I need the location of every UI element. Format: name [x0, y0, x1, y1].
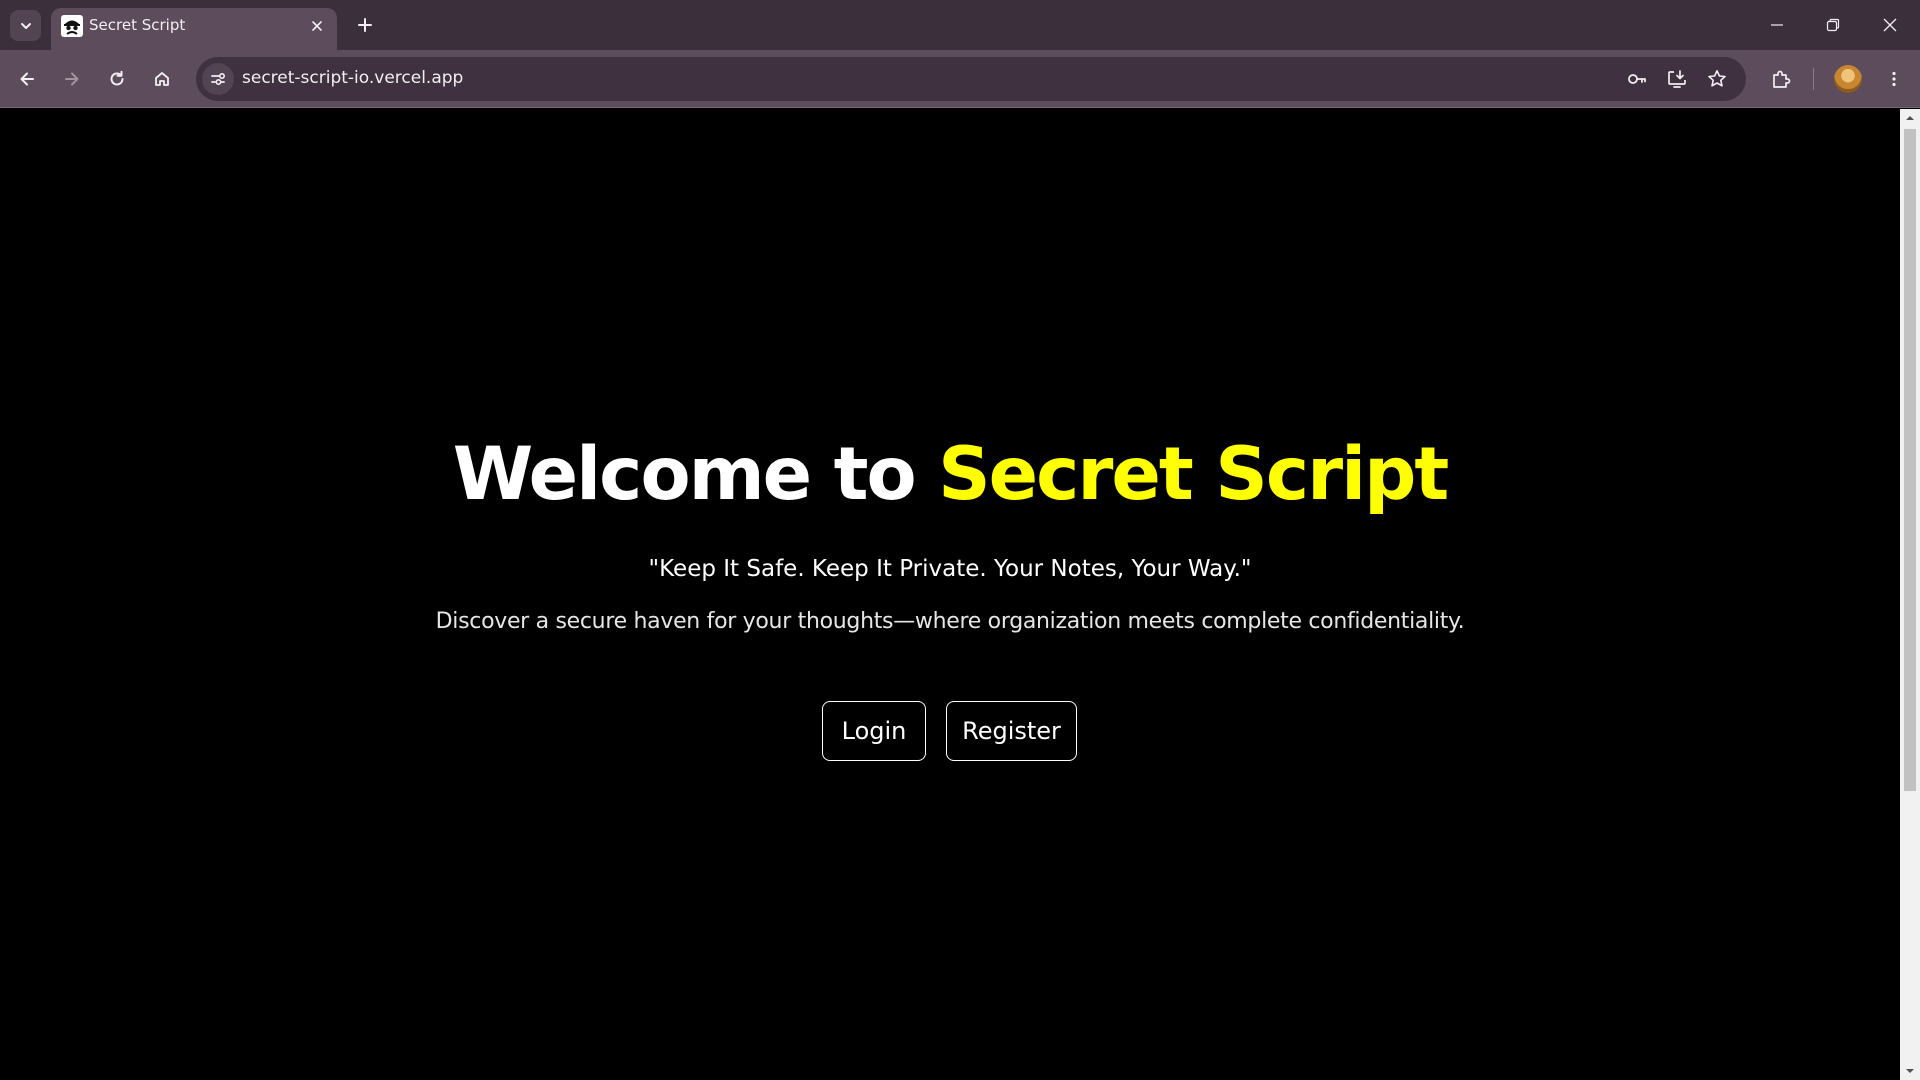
- browser-titlebar: Secret Script: [0, 0, 1920, 50]
- login-button[interactable]: Login: [822, 701, 926, 761]
- site-info-icon: [211, 72, 226, 86]
- toolbar-separator: [1813, 68, 1814, 90]
- tab-title: Secret Script: [89, 16, 186, 34]
- hero-section: Welcome to Secret Script "Keep It Safe. …: [0, 109, 1900, 1080]
- hero-tagline: "Keep It Safe. Keep It Private. Your Not…: [648, 556, 1252, 582]
- scrollbar-thumb[interactable]: [1904, 129, 1916, 791]
- address-bar[interactable]: secret-script-io.vercel.app: [196, 57, 1746, 101]
- scroll-down-button[interactable]: [1900, 1062, 1920, 1080]
- close-icon: [312, 21, 322, 31]
- tab-search-button[interactable]: [10, 10, 41, 41]
- install-app-button[interactable]: [1663, 65, 1691, 93]
- site-info-button[interactable]: [202, 63, 234, 95]
- page-scrollbar[interactable]: [1900, 109, 1920, 1080]
- forward-button[interactable]: [56, 63, 88, 95]
- kebab-menu-icon: [1892, 71, 1896, 87]
- reload-button[interactable]: [101, 63, 133, 95]
- extensions-puzzle-icon: [1773, 70, 1791, 88]
- tab-close-button[interactable]: [307, 16, 327, 36]
- spy-mask-icon: [61, 15, 83, 37]
- scroll-down-arrow-icon: [1906, 1069, 1914, 1073]
- hero-title-accent: Secret Script: [938, 432, 1449, 517]
- hero-description: Discover a secure haven for your thought…: [435, 609, 1465, 634]
- forward-arrow-icon: [65, 72, 79, 86]
- reload-icon: [110, 70, 124, 86]
- browser-tab-active[interactable]: Secret Script: [51, 8, 337, 50]
- plus-icon: [358, 18, 372, 32]
- restore-window-button[interactable]: [1805, 0, 1861, 50]
- browser-toolbar: secret-script-io.vercel.app: [0, 50, 1920, 108]
- page-viewport: Welcome to Secret Script "Keep It Safe. …: [0, 109, 1900, 1080]
- install-app-icon: [1668, 70, 1686, 88]
- hero-title: Welcome to Secret Script: [0, 438, 1900, 511]
- bookmark-button[interactable]: [1703, 65, 1731, 93]
- extensions-button[interactable]: [1765, 63, 1797, 95]
- close-window-icon: [1883, 18, 1897, 32]
- home-icon: [155, 72, 169, 86]
- close-window-button[interactable]: [1862, 0, 1918, 50]
- minimize-window-button[interactable]: [1749, 0, 1805, 50]
- profile-avatar[interactable]: [1834, 65, 1862, 93]
- browser-menu-button[interactable]: [1878, 63, 1910, 95]
- scroll-up-button[interactable]: [1900, 109, 1920, 127]
- new-tab-button[interactable]: [352, 12, 378, 38]
- url-text[interactable]: secret-script-io.vercel.app: [242, 68, 463, 88]
- back-arrow-icon: [20, 72, 34, 86]
- password-key-icon: [1628, 74, 1646, 84]
- hero-title-prefix: Welcome to: [452, 432, 939, 517]
- register-button[interactable]: Register: [946, 701, 1077, 761]
- minimize-icon: [1771, 24, 1783, 26]
- password-manager-button[interactable]: [1623, 65, 1651, 93]
- chevron-down-icon: [20, 22, 31, 29]
- home-button[interactable]: [146, 63, 178, 95]
- restore-icon: [1826, 18, 1840, 32]
- back-button[interactable]: [11, 63, 43, 95]
- scroll-up-arrow-icon: [1906, 116, 1914, 120]
- bookmark-star-icon: [1708, 70, 1726, 87]
